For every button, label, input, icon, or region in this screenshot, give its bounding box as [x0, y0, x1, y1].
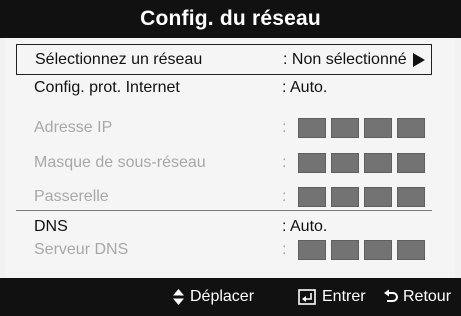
up-down-arrows-icon — [173, 289, 184, 305]
footer-bar: Déplacer Entrer Retour — [0, 278, 461, 316]
row-label: Sélectionnez un réseau — [35, 51, 203, 68]
return-label: Retour — [403, 288, 452, 305]
field-box — [298, 187, 326, 207]
return-arrow-icon — [384, 289, 398, 305]
field-box — [298, 118, 326, 138]
field-box — [364, 153, 392, 173]
field-box — [397, 187, 425, 207]
field-box — [331, 118, 359, 138]
row-value: : — [282, 188, 287, 205]
network-config-dialog: Config. du réseau Sélectionnez un réseau… — [0, 0, 461, 316]
section-divider — [16, 210, 432, 211]
row-select-network[interactable]: Sélectionnez un réseau : Non sélectionné — [16, 44, 432, 75]
row-label: DNS — [34, 218, 68, 235]
enter-key-icon — [298, 289, 316, 305]
field-box — [397, 153, 425, 173]
ip-address-field — [298, 118, 425, 138]
row-value: : — [282, 119, 287, 136]
settings-panel: Sélectionnez un réseau : Non sélectionné… — [6, 38, 455, 278]
row-value: : Non sélectionné — [283, 51, 407, 68]
row-value: : — [282, 241, 287, 258]
move-label: Déplacer — [190, 288, 255, 305]
row-label: Config. prot. Internet — [34, 79, 180, 96]
row-value: : Auto. — [282, 218, 328, 235]
row-label: Serveur DNS — [34, 241, 129, 258]
row-internet-protocol[interactable]: Config. prot. Internet : Auto. — [16, 77, 421, 101]
row-gateway: Passerelle : — [16, 186, 425, 210]
field-box — [364, 118, 392, 138]
enter-label: Entrer — [322, 288, 366, 305]
field-box — [364, 187, 392, 207]
gateway-field — [298, 187, 425, 207]
field-box — [397, 118, 425, 138]
row-dns[interactable]: DNS : Auto. — [16, 216, 421, 240]
field-box — [298, 240, 326, 260]
field-box — [298, 153, 326, 173]
row-label: Passerelle — [34, 188, 109, 205]
row-value: : Auto. — [282, 79, 328, 96]
triangle-right-icon — [413, 53, 425, 67]
row-value: : — [282, 154, 287, 171]
row-ip-address: Adresse IP : — [16, 117, 425, 141]
dialog-title: Config. du réseau — [140, 7, 321, 30]
return-hint: Retour — [384, 288, 451, 306]
field-box — [331, 153, 359, 173]
enter-hint: Entrer — [298, 288, 366, 306]
title-bar: Config. du réseau — [0, 0, 461, 38]
row-label: Adresse IP — [34, 119, 113, 136]
row-subnet-mask: Masque de sous-réseau : — [16, 152, 425, 176]
row-label: Masque de sous-réseau — [34, 154, 206, 171]
field-box — [331, 240, 359, 260]
field-box — [331, 187, 359, 207]
dns-server-field — [298, 240, 425, 260]
field-box — [397, 240, 425, 260]
row-dns-server: Serveur DNS : — [16, 239, 425, 263]
move-hint: Déplacer — [173, 288, 254, 306]
field-box — [364, 240, 392, 260]
subnet-mask-field — [298, 153, 425, 173]
